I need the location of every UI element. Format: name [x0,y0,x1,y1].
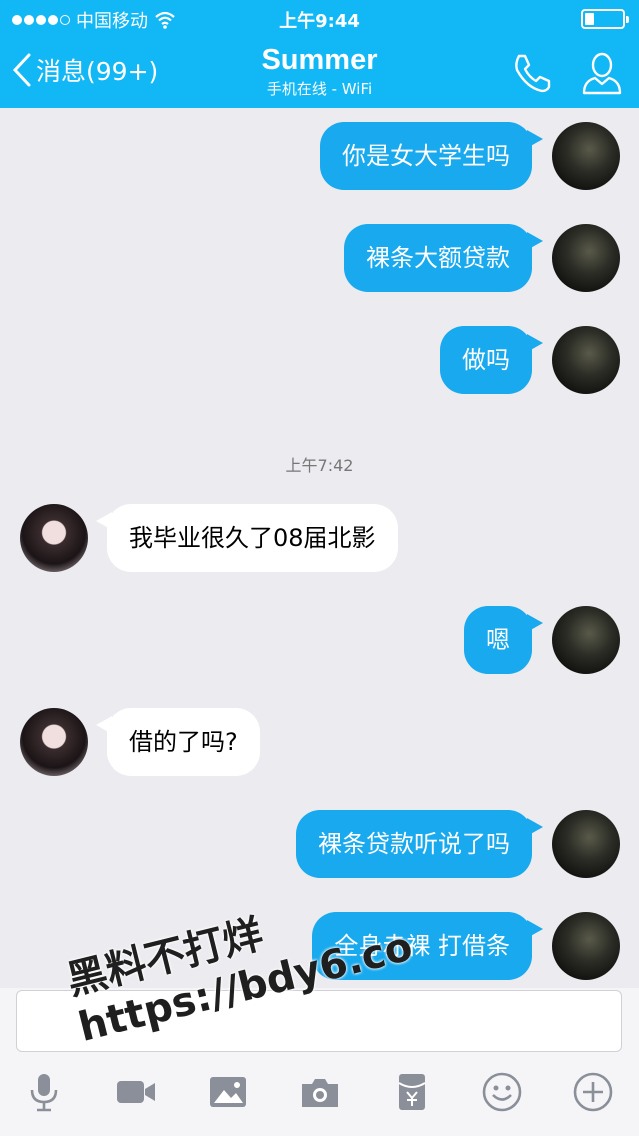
red-packet-icon[interactable] [390,1070,434,1114]
nav-bar: 消息(99+) Summer 手机在线 - WiFi [0,36,639,108]
input-toolbar [0,1070,639,1120]
avatar[interactable] [552,810,620,878]
message-row: 全身赤裸 打借条 [0,912,639,982]
message-bubble[interactable]: 借的了吗? [107,708,260,776]
avatar[interactable] [552,912,620,980]
battery-icon [581,9,629,29]
input-area [0,988,639,1136]
phone-icon[interactable] [509,50,555,96]
message-timestamp: 上午7:42 [285,456,354,475]
emoji-icon[interactable] [480,1070,524,1114]
status-time: 上午9:44 [279,11,360,32]
image-icon[interactable] [206,1070,250,1114]
avatar[interactable] [552,224,620,292]
message-bubble[interactable]: 全身赤裸 打借条 [312,912,532,980]
message-bubble[interactable]: 嗯 [464,606,532,674]
message-bubble[interactable]: 裸条贷款听说了吗 [296,810,532,878]
avatar[interactable] [552,606,620,674]
mic-icon[interactable] [22,1070,66,1114]
avatar[interactable] [552,326,620,394]
video-icon[interactable] [114,1070,158,1114]
message-row: 嗯 [0,606,639,676]
message-input[interactable] [16,990,622,1052]
camera-icon[interactable] [298,1070,342,1114]
message-row: 裸条贷款听说了吗 [0,810,639,880]
message-row: 做吗 [0,326,639,396]
message-row: 裸条大额贷款 [0,224,639,294]
message-bubble[interactable]: 做吗 [440,326,532,394]
message-row: 借的了吗? [0,708,639,778]
message-bubble[interactable]: 你是女大学生吗 [320,122,532,190]
status-bar: 中国移动 上午9:44 [0,0,639,36]
message-bubble[interactable]: 裸条大额贷款 [344,224,532,292]
avatar[interactable] [552,122,620,190]
message-row: 我毕业很久了08届北影 [0,504,639,574]
plus-icon[interactable] [571,1070,615,1114]
chat-area[interactable]: 你是女大学生吗 裸条大额贷款 做吗 上午7:42 我毕业很久了08届北影 嗯 借… [0,108,639,988]
message-bubble[interactable]: 我毕业很久了08届北影 [107,504,398,572]
avatar[interactable] [20,708,88,776]
avatar[interactable] [20,504,88,572]
profile-icon[interactable] [579,50,625,96]
message-row: 你是女大学生吗 [0,122,639,192]
